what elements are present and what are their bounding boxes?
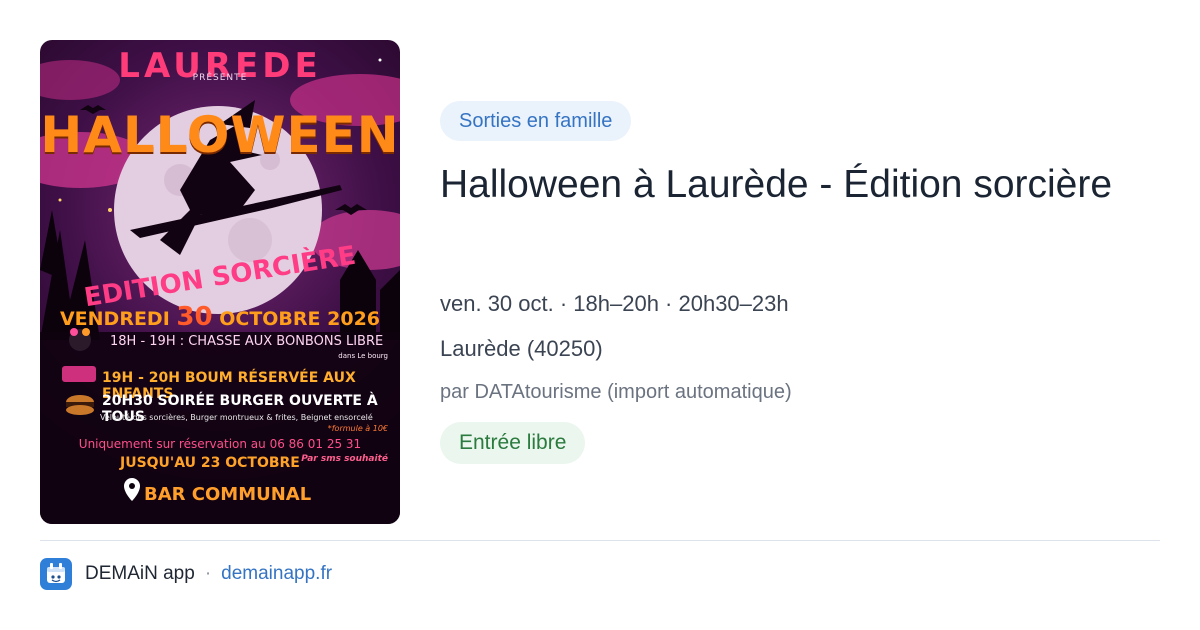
- event-location: Laurède (40250): [440, 336, 603, 361]
- poster-line-menu: Velouté des sorcières, Burger montrueux …: [100, 413, 373, 422]
- app-name[interactable]: DEMAiN app: [85, 563, 195, 585]
- poster-headline: HALLOWEEN: [40, 106, 400, 164]
- poster-line-candy: 18H - 19H : CHASSE AUX BONBONS LIBRE: [110, 334, 384, 349]
- event-card[interactable]: LAUREDE PRÉSENTE HALLOWEEN EDITION SORCI…: [0, 0, 1200, 630]
- demain-app-icon[interactable]: [40, 558, 72, 590]
- poster-line-price: *formule à 10€: [327, 424, 388, 433]
- poster-presents: PRÉSENTE: [192, 73, 248, 83]
- footer: DEMAiN app · demainapp.fr: [40, 558, 332, 590]
- event-poster[interactable]: LAUREDE PRÉSENTE HALLOWEEN EDITION SORCI…: [40, 40, 400, 524]
- poster-sms: Par sms souhaité: [301, 454, 388, 464]
- category-badge[interactable]: Sorties en famille: [440, 101, 632, 141]
- event-schedule: ven. 30 oct. · 18h–20h · 20h30–23h: [440, 291, 789, 316]
- poster-reservation: Uniquement sur réservation au 06 86 01 2…: [78, 437, 362, 451]
- poster-date-day: 30: [176, 302, 213, 332]
- event-source: par DATAtourisme (import automatique): [440, 381, 792, 403]
- footer-divider: [40, 540, 1160, 541]
- price-badge: Entrée libre: [440, 422, 586, 464]
- event-title[interactable]: Halloween à Laurède - Édition sorcière: [440, 158, 1140, 211]
- poster-line-candy-sub: dans Le bourg: [338, 352, 388, 360]
- poster-date-prefix: VENDREDI: [59, 308, 170, 330]
- app-domain-link[interactable]: demainapp.fr: [221, 563, 332, 585]
- poster-date-suffix: OCTOBRE 2026: [219, 308, 381, 330]
- poster-venue: BAR COMMUNAL: [144, 484, 312, 505]
- poster-date: VENDREDI 30 OCTOBRE 2026: [40, 302, 400, 332]
- footer-separator: ·: [204, 563, 212, 584]
